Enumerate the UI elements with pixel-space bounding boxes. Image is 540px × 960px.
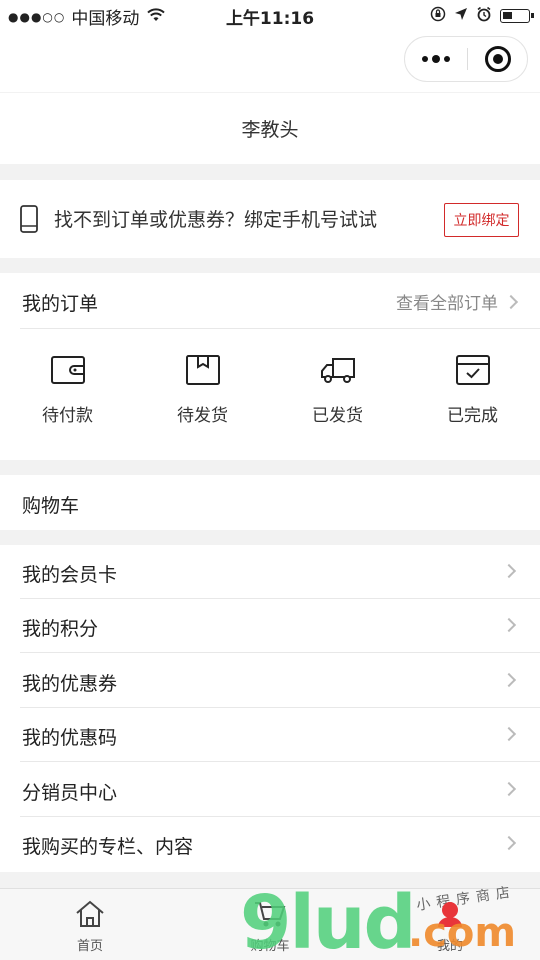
view-all-orders-label: 查看全部订单	[396, 294, 498, 314]
menu-capsule	[404, 36, 528, 82]
status-bar: ●●●○○ 中国移动 上午11:16	[0, 0, 540, 30]
chevron-right-icon	[501, 563, 517, 579]
orders-title: 我的订单	[22, 293, 99, 315]
bind-phone-text: 找不到订单或优惠券？绑定手机号试试	[54, 209, 378, 231]
tab-home-label: 首页	[76, 939, 103, 954]
order-pending-shipment[interactable]: 待发货	[135, 353, 270, 426]
orders-header: 我的订单 查看全部订单	[0, 273, 540, 328]
menu-item-purchased-content[interactable]: 我购买的专栏、内容	[0, 817, 540, 871]
cart-row[interactable]: 购物车	[0, 475, 540, 530]
capsule-divider	[467, 48, 468, 70]
tab-profile[interactable]: 我的	[395, 899, 505, 954]
tab-bar: 首页 购物车 我的	[0, 888, 540, 960]
wallet-icon	[50, 356, 85, 384]
order-pending-payment[interactable]: 待付款	[0, 353, 135, 426]
view-all-orders-link[interactable]: 查看全部订单	[396, 289, 519, 314]
order-pending-shipment-label: 待发货	[177, 406, 228, 426]
tab-cart-label: 购物车	[250, 939, 290, 954]
chevron-right-icon	[501, 781, 517, 797]
user-icon	[438, 902, 462, 927]
chevron-right-icon	[501, 617, 517, 633]
menu-item-label: 我的优惠码	[22, 727, 118, 749]
close-mini-program-icon[interactable]	[485, 46, 511, 72]
phone-icon	[20, 205, 38, 233]
menu-item-coupons[interactable]: 我的优惠券	[0, 654, 540, 708]
cart-icon	[255, 902, 286, 927]
menu-item-distributor-center[interactable]: 分销员中心	[0, 763, 540, 817]
truck-icon	[320, 358, 355, 383]
menu-item-points[interactable]: 我的积分	[0, 599, 540, 653]
orders-divider	[20, 328, 540, 329]
order-shipped[interactable]: 已发货	[270, 353, 405, 426]
check-box-icon	[455, 355, 490, 385]
account-menu: 我的会员卡 我的积分 我的优惠券 我的优惠码 分销员中心 我购买的专栏、内容	[0, 545, 540, 872]
menu-item-promo-codes[interactable]: 我的优惠码	[0, 708, 540, 762]
menu-item-label: 我购买的专栏、内容	[22, 836, 194, 858]
bind-now-button[interactable]: 立即绑定	[444, 203, 519, 237]
orders-section: 我的订单 查看全部订单 待付款 待发货 已发货 已完成	[0, 273, 540, 460]
battery-icon	[500, 9, 534, 23]
order-completed-label: 已完成	[447, 406, 498, 426]
menu-item-membership-card[interactable]: 我的会员卡	[0, 545, 540, 599]
menu-item-label: 我的积分	[22, 618, 99, 640]
box-icon	[185, 355, 220, 385]
location-arrow-icon	[454, 7, 468, 25]
chevron-right-icon	[501, 835, 517, 851]
rotation-lock-icon	[430, 6, 446, 26]
tab-home[interactable]: 首页	[35, 899, 145, 954]
chevron-right-icon	[501, 726, 517, 742]
more-dots-icon[interactable]	[405, 37, 467, 81]
order-pending-payment-label: 待付款	[42, 406, 93, 426]
tab-cart[interactable]: 购物车	[215, 899, 325, 954]
menu-item-label: 我的优惠券	[22, 673, 118, 695]
status-right	[430, 6, 534, 26]
alarm-icon	[476, 6, 492, 26]
menu-divider	[20, 652, 540, 653]
bind-phone-banner: 找不到订单或优惠券？绑定手机号试试 立即绑定	[0, 180, 540, 258]
user-name: 李教头	[0, 93, 540, 164]
chevron-right-icon	[501, 672, 517, 688]
cart-label: 购物车	[22, 495, 80, 517]
home-icon	[76, 900, 104, 927]
chevron-right-icon	[503, 294, 519, 309]
order-shipped-label: 已发货	[312, 406, 363, 426]
tab-profile-label: 我的	[436, 939, 463, 954]
menu-item-label: 分销员中心	[22, 782, 118, 804]
menu-divider	[20, 761, 540, 762]
order-completed[interactable]: 已完成	[405, 353, 540, 426]
menu-item-label: 我的会员卡	[22, 564, 118, 586]
top-bar	[0, 30, 540, 92]
